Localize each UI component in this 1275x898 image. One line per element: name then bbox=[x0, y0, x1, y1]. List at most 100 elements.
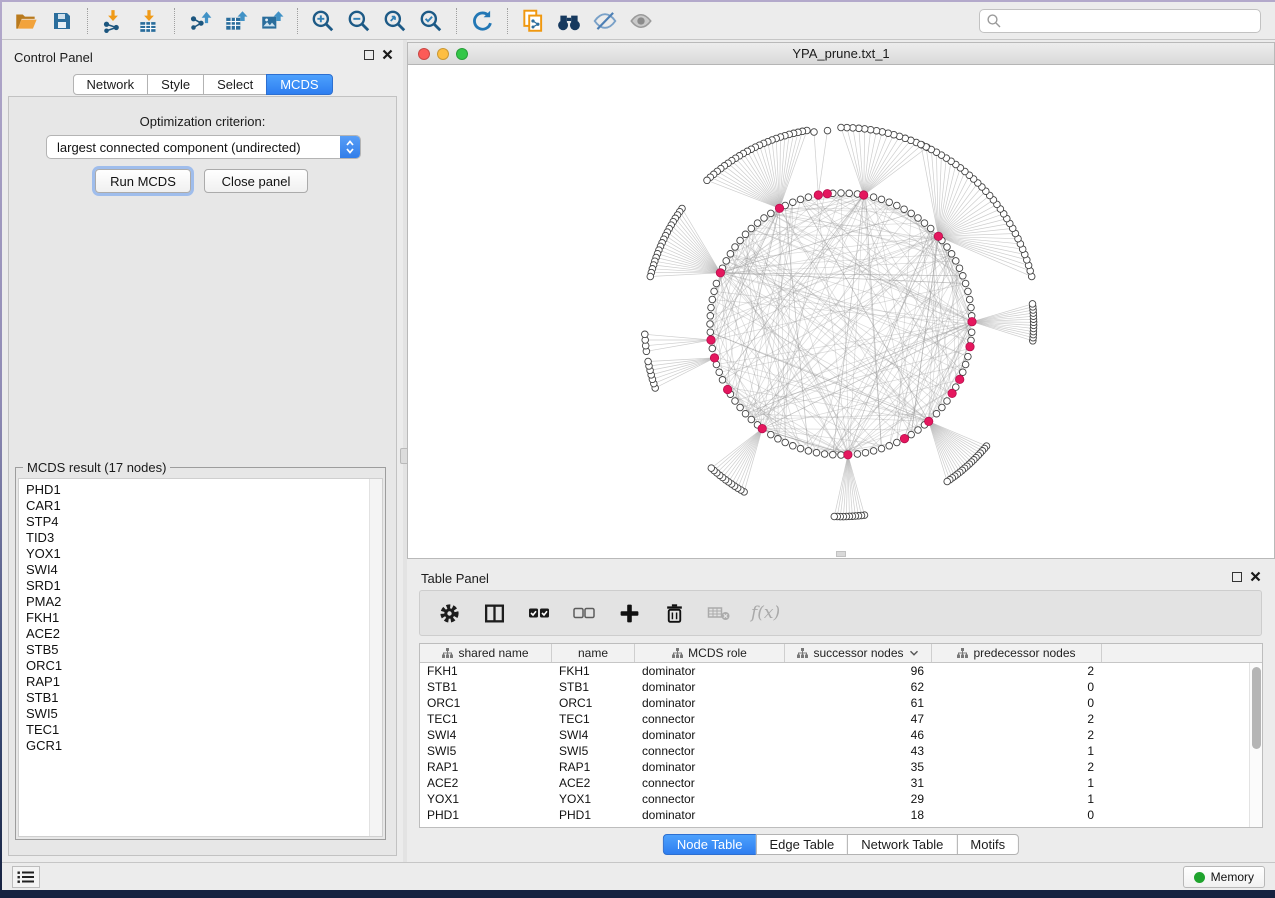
mcds-node[interactable] bbox=[860, 191, 868, 199]
tab-node-table[interactable]: Node Table bbox=[663, 834, 757, 855]
mcds-result-item[interactable]: ORC1 bbox=[19, 658, 368, 674]
network-leaf-node[interactable] bbox=[944, 478, 951, 485]
network-node[interactable] bbox=[927, 225, 934, 232]
network-node[interactable] bbox=[790, 199, 797, 206]
mcds-node[interactable] bbox=[823, 190, 831, 198]
mcds-node[interactable] bbox=[900, 434, 908, 442]
mcds-result-list[interactable]: PHD1CAR1STP4TID3YOX1SWI4SRD1PMA2FKH1ACE2… bbox=[18, 478, 383, 837]
network-node[interactable] bbox=[716, 369, 723, 376]
network-node[interactable] bbox=[854, 451, 861, 458]
network-node[interactable] bbox=[727, 251, 734, 258]
network-node[interactable] bbox=[775, 436, 782, 443]
network-node[interactable] bbox=[761, 215, 768, 222]
mcds-result-item[interactable]: GCR1 bbox=[19, 738, 368, 754]
mcds-node[interactable] bbox=[716, 269, 724, 277]
task-history-button[interactable] bbox=[12, 866, 40, 888]
network-node[interactable] bbox=[742, 410, 749, 417]
mcds-node[interactable] bbox=[710, 354, 718, 362]
mcds-result-item[interactable]: TID3 bbox=[19, 530, 368, 546]
mcds-node[interactable] bbox=[925, 417, 933, 425]
network-node[interactable] bbox=[797, 445, 804, 452]
network-node[interactable] bbox=[962, 361, 969, 368]
network-node[interactable] bbox=[886, 443, 893, 450]
table-row[interactable]: STB1STB1dominator620 bbox=[420, 679, 1262, 695]
import-network-button[interactable] bbox=[97, 6, 129, 36]
network-node[interactable] bbox=[805, 194, 812, 201]
mcds-result-item[interactable]: RAP1 bbox=[19, 674, 368, 690]
network-node[interactable] bbox=[768, 210, 775, 217]
table-row[interactable]: SWI4SWI4dominator462 bbox=[420, 727, 1262, 743]
mcds-result-item[interactable]: SRD1 bbox=[19, 578, 368, 594]
network-node[interactable] bbox=[870, 448, 877, 455]
zoom-selected-button[interactable] bbox=[415, 6, 447, 36]
network-node[interactable] bbox=[944, 244, 951, 251]
network-node[interactable] bbox=[719, 377, 726, 384]
network-node[interactable] bbox=[748, 416, 755, 423]
network-node[interactable] bbox=[933, 410, 940, 417]
memory-button[interactable]: Memory bbox=[1183, 866, 1265, 888]
mcds-result-item[interactable]: ACE2 bbox=[19, 626, 368, 642]
network-leaf-node[interactable] bbox=[708, 465, 715, 472]
minimize-window-traffic-light[interactable] bbox=[437, 48, 449, 60]
network-node[interactable] bbox=[732, 244, 739, 251]
table-row[interactable]: FKH1FKH1dominator962 bbox=[420, 663, 1262, 679]
zoom-fit-button[interactable] bbox=[379, 6, 411, 36]
network-node[interactable] bbox=[754, 220, 761, 227]
network-node[interactable] bbox=[962, 280, 969, 287]
network-leaf-node[interactable] bbox=[645, 358, 652, 365]
mcds-node[interactable] bbox=[814, 191, 822, 199]
network-node[interactable] bbox=[707, 329, 714, 336]
first-neighbors-button[interactable] bbox=[553, 6, 585, 36]
mcds-result-item[interactable]: YOX1 bbox=[19, 546, 368, 562]
network-leaf-node[interactable] bbox=[811, 129, 818, 136]
network-node[interactable] bbox=[707, 321, 714, 328]
network-node[interactable] bbox=[956, 265, 963, 272]
mcds-node[interactable] bbox=[723, 385, 731, 393]
network-leaf-node[interactable] bbox=[838, 124, 845, 131]
network-node[interactable] bbox=[894, 202, 901, 209]
mcds-result-item[interactable]: TEC1 bbox=[19, 722, 368, 738]
network-node[interactable] bbox=[878, 445, 885, 452]
mcds-result-item[interactable]: FKH1 bbox=[19, 610, 368, 626]
network-node[interactable] bbox=[709, 345, 716, 352]
frame-resize-handle[interactable] bbox=[836, 551, 846, 557]
network-node[interactable] bbox=[894, 439, 901, 446]
network-node[interactable] bbox=[732, 398, 739, 405]
mcds-node[interactable] bbox=[775, 204, 783, 212]
close-panel-button[interactable]: Close panel bbox=[204, 169, 308, 193]
table-row[interactable]: TEC1TEC1connector472 bbox=[420, 711, 1262, 727]
network-node[interactable] bbox=[790, 443, 797, 450]
network-node[interactable] bbox=[960, 273, 967, 280]
network-node[interactable] bbox=[723, 258, 730, 265]
mcds-node[interactable] bbox=[966, 343, 974, 351]
hide-selected-button[interactable] bbox=[589, 6, 621, 36]
tab-network[interactable]: Network bbox=[72, 74, 148, 95]
mcds-node[interactable] bbox=[948, 389, 956, 397]
column-selector-button[interactable] bbox=[481, 600, 507, 626]
table-scrollbar[interactable] bbox=[1249, 663, 1262, 827]
optimization-criterion-select[interactable]: largest connected component (undirected) bbox=[46, 135, 361, 159]
network-node[interactable] bbox=[939, 404, 946, 411]
network-canvas[interactable] bbox=[408, 65, 1274, 558]
list-scrollbar[interactable] bbox=[369, 479, 382, 836]
column-header-shared-name[interactable]: shared name bbox=[420, 644, 552, 662]
delete-columns-button[interactable] bbox=[661, 600, 687, 626]
mcds-node[interactable] bbox=[707, 336, 715, 344]
import-table-button[interactable] bbox=[133, 6, 165, 36]
mcds-node[interactable] bbox=[844, 451, 852, 459]
tab-motifs[interactable]: Motifs bbox=[956, 834, 1019, 855]
network-leaf-node[interactable] bbox=[704, 177, 711, 184]
deselect-all-button[interactable] bbox=[571, 600, 597, 626]
network-node[interactable] bbox=[782, 439, 789, 446]
settings-gear-button[interactable] bbox=[436, 600, 462, 626]
export-image-button[interactable] bbox=[256, 6, 288, 36]
copy-network-button[interactable] bbox=[517, 6, 549, 36]
table-row[interactable]: PHD1PHD1dominator180 bbox=[420, 807, 1262, 823]
network-node[interactable] bbox=[965, 353, 972, 360]
network-node[interactable] bbox=[965, 288, 972, 295]
mcds-result-item[interactable]: SWI5 bbox=[19, 706, 368, 722]
network-node[interactable] bbox=[813, 449, 820, 456]
network-node[interactable] bbox=[901, 206, 908, 213]
mcds-result-item[interactable]: STB1 bbox=[19, 690, 368, 706]
network-node[interactable] bbox=[707, 313, 714, 320]
